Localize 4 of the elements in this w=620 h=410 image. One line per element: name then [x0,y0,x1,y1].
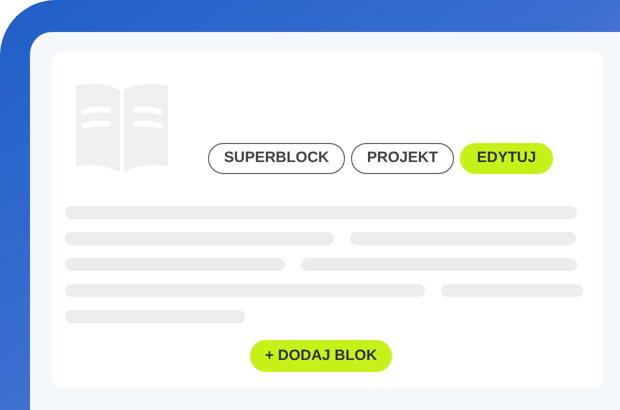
add-block-button[interactable]: + DODAJ BLOK [250,340,392,372]
tag-button[interactable]: SUPERBLOCK [208,143,346,174]
tag-button[interactable]: PROJEKT [351,143,454,174]
tag-button[interactable]: EDYTUJ [460,143,554,174]
